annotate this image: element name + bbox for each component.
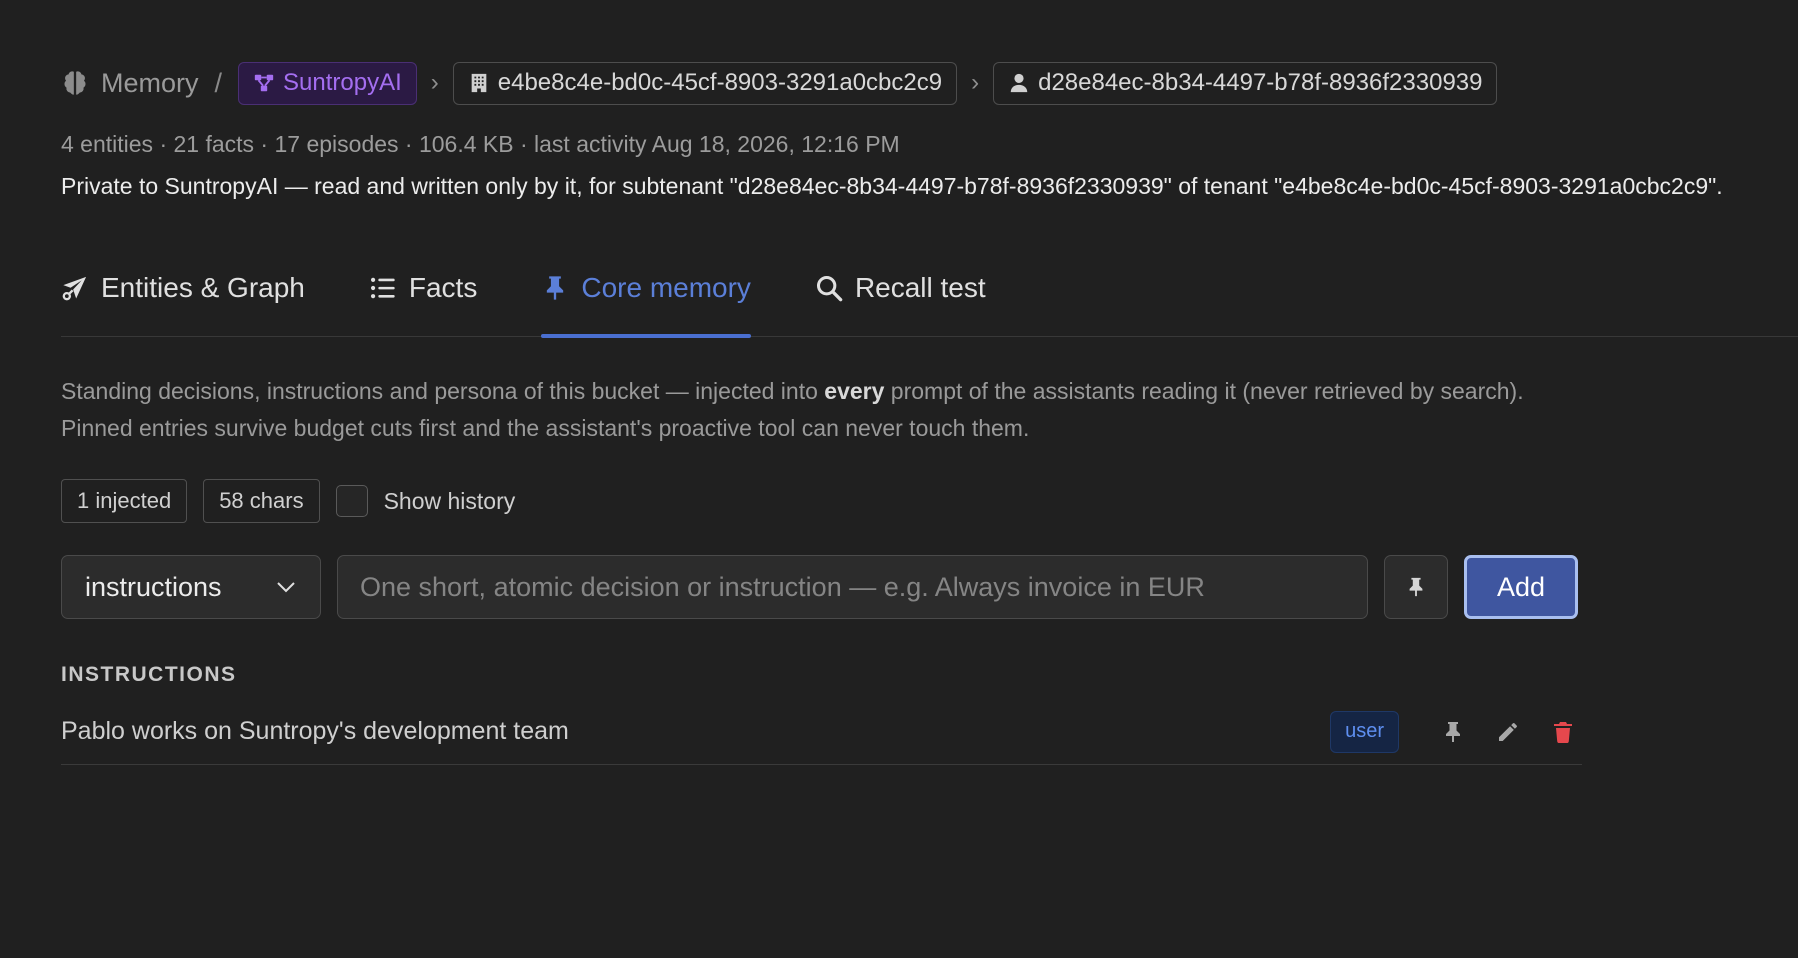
breadcrumb-subtenant-chip[interactable]: d28e84ec-8b34-4497-b78f-8936f2330939 [993, 61, 1498, 105]
breadcrumb-tenant-id: e4be8c4e-bd0c-45cf-8903-3291a0cbc2c9 [497, 69, 943, 96]
breadcrumb-memory-label: Memory [101, 67, 199, 98]
brain-icon [64, 71, 86, 95]
entry-text-input[interactable] [337, 555, 1368, 619]
pin-toggle-button[interactable] [1384, 555, 1448, 619]
breadcrumb-memory-link[interactable]: Memory [61, 68, 199, 99]
agent-graph-icon [254, 74, 274, 92]
breadcrumb-slash: / [214, 67, 223, 98]
tab-label: Core memory [581, 272, 751, 303]
edit-entry-button[interactable] [1489, 713, 1527, 751]
core-memory-page: Memory / SuntropyAI › e4be8c4e-bd0c-45cf… [0, 0, 1798, 958]
tab-core-memory[interactable]: Core memory [541, 244, 751, 338]
memory-stats: 4 entities · 21 facts · 17 episodes · 10… [61, 131, 900, 157]
kind-select[interactable]: instructions [61, 555, 321, 619]
building-icon [471, 73, 487, 93]
entry-text: Pablo works on Suntropy's development te… [61, 717, 569, 745]
source-badge: user [1330, 710, 1399, 753]
tab-entities-graph[interactable]: Entities & Graph [61, 244, 305, 336]
tab-label: Entities & Graph [101, 272, 305, 303]
description-emphasis: every [824, 378, 885, 404]
tab-label: Recall test [854, 272, 986, 303]
show-history-label[interactable]: Show history [384, 488, 516, 515]
search-icon [816, 275, 843, 302]
pin-icon [547, 276, 564, 300]
show-history-checkbox[interactable] [335, 485, 368, 517]
core-memory-entry: Pablo works on Suntropy's development te… [61, 707, 1582, 765]
chevron-down-icon [277, 582, 295, 593]
add-button[interactable]: Add [1464, 555, 1578, 619]
pencil-icon [1499, 722, 1517, 741]
user-icon [1010, 73, 1028, 93]
share-nodes-icon [62, 276, 87, 301]
trash-icon [1554, 721, 1572, 743]
tab-label: Facts [408, 272, 478, 303]
chars-count-badge: 58 chars [203, 479, 320, 523]
injected-count-badge: 1 injected [61, 479, 188, 523]
core-memory-description: Standing decisions, instructions and per… [61, 373, 1581, 447]
breadcrumb-agent-label: SuntropyAI [283, 69, 402, 96]
list-icon [370, 277, 395, 299]
section-heading: INSTRUCTIONS [61, 663, 237, 686]
privacy-notice: Private to SuntropyAI — read and written… [61, 173, 1723, 199]
add-entry-form: instructions Add [61, 555, 1798, 619]
pin-icon [1409, 577, 1423, 597]
pin-entry-button[interactable] [1434, 713, 1472, 751]
breadcrumb-separator: › [971, 69, 980, 96]
breadcrumb-subtenant-id: d28e84ec-8b34-4497-b78f-8936f2330939 [1038, 69, 1483, 96]
breadcrumb-agent-chip[interactable]: SuntropyAI [238, 61, 417, 105]
breadcrumb-tenant-chip[interactable]: e4be8c4e-bd0c-45cf-8903-3291a0cbc2c9 [452, 61, 958, 105]
core-memory-meta: 1 injected 58 chars Show history [61, 479, 1798, 523]
tab-facts[interactable]: Facts [369, 244, 477, 336]
breadcrumb-separator: › [430, 69, 439, 96]
tab-recall-test[interactable]: Recall test [815, 244, 986, 336]
delete-entry-button[interactable] [1544, 713, 1582, 751]
tab-bar: Entities & Graph Facts Core memory Recal… [61, 244, 1798, 338]
pin-icon [1446, 721, 1460, 742]
breadcrumb: Memory / SuntropyAI › e4be8c4e-bd0c-45cf… [61, 61, 1798, 105]
description-text: Standing decisions, instructions and per… [61, 378, 825, 404]
kind-select-value: instructions [85, 571, 222, 602]
